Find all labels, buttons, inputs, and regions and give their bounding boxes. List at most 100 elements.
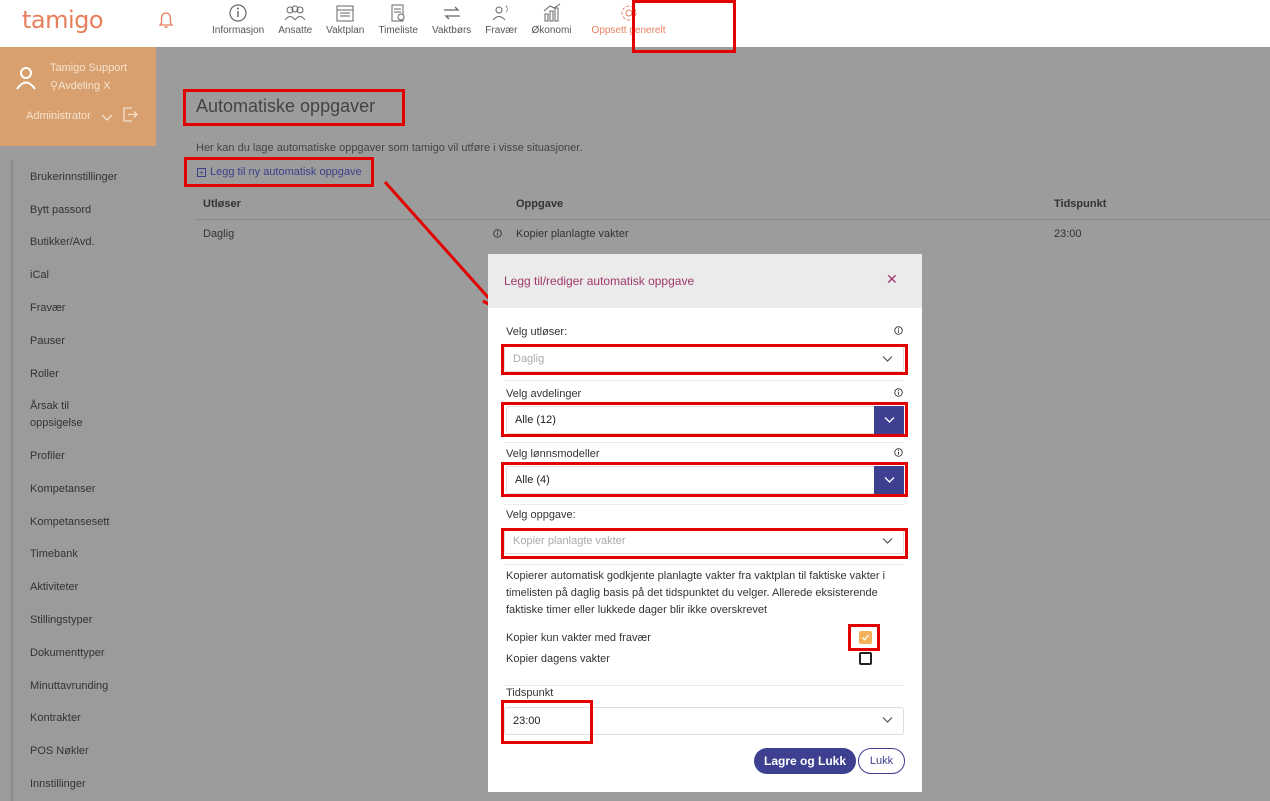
divider [504,685,904,686]
chevron-down-icon [884,477,894,483]
chevron-down-icon [884,417,894,423]
trigger-select-value: Daglig [513,353,545,365]
check-today-label: Kopier dagens vakter [506,653,610,665]
sidebar-item-profiler[interactable]: Profiler [30,448,65,465]
page-description: Her kan du lage automatiske oppgaver som… [196,142,583,154]
page-title: Automatiske oppgaver [196,96,376,116]
chevron-down-icon[interactable] [101,112,113,122]
gear-icon [621,5,636,21]
tamigo-logo[interactable]: tamigo [22,6,104,34]
logout-icon[interactable] [123,107,138,122]
check-absence-label: Kopier kun vakter med fravær [506,632,651,644]
sidebar-item-aktiviteter[interactable]: Aktiviteter [30,579,78,596]
plus-icon: + [197,167,206,177]
timesheet-icon [391,4,405,22]
row-time[interactable]: 23:00 [1054,228,1082,240]
payroll-select-value: Alle (4) [515,474,550,486]
col-header-trigger[interactable]: Utløser [203,198,241,210]
departments-select-value: Alle (12) [515,414,556,426]
sidebar-item-bytt-passord[interactable]: Bytt passord [30,202,91,219]
absence-icon [493,5,509,21]
nav-label: Vaktbørs [432,25,472,36]
nav-vaktbors[interactable]: Vaktbørs [425,0,478,47]
col-header-task[interactable]: Oppgave [516,198,563,210]
sidebar-divider [11,160,13,801]
divider [504,504,904,505]
add-link-label: Legg til ny automatisk oppgave [210,166,362,178]
nav-oppsett-generelt[interactable]: Oppsett generelt [585,0,673,47]
sidebar-item-butikker[interactable]: Butikker/Avd. [30,234,95,251]
close-icon[interactable]: ✕ [886,271,898,288]
trigger-select[interactable]: Daglig [504,346,904,372]
info-icon[interactable] [493,229,502,238]
info-icon[interactable] [894,448,903,457]
nav-label: Timeliste [378,25,418,36]
col-header-time[interactable]: Tidspunkt [1054,198,1106,210]
trigger-label: Velg utløser: [506,326,568,338]
departments-label: Velg avdelinger [506,388,582,400]
nav-label: Økonomi [531,25,572,36]
payroll-dropdown-button[interactable] [874,466,904,494]
checkmark-icon [862,634,870,641]
swap-icon [443,6,460,20]
dialog-title: Legg til/rediger automatisk oppgave [504,274,695,288]
profile-role[interactable]: Administrator [26,110,91,122]
nav-fravaer[interactable]: Fravær [478,0,524,47]
sidebar-item-roller[interactable]: Roller [30,366,59,383]
bell-icon[interactable] [158,11,174,29]
sidebar-item-minuttavrunding[interactable]: Minuttavrunding [30,678,108,695]
nav-label: Oppsett generelt [591,25,666,36]
nav-informasjon[interactable]: Informasjon [205,0,271,47]
task-label: Velg oppgave: [506,509,576,521]
sidebar-item-kompetansesett[interactable]: Kompetansesett [30,514,110,531]
table-header-divider [196,219,1270,220]
info-icon[interactable] [894,326,903,335]
task-select-value: Kopier planlagte vakter [513,535,626,547]
profile-name: Tamigo Support [50,62,128,74]
time-label: Tidspunkt [506,687,554,699]
sidebar-item-fravaer[interactable]: Fravær [30,300,65,317]
chevron-down-icon [882,538,893,544]
profile-department: ⚲Avdeling X [50,80,111,92]
nav-label: Informasjon [212,25,265,36]
payroll-label: Velg lønnsmodeller [506,448,600,460]
divider [504,564,904,565]
check-absence-checkbox[interactable] [859,631,872,644]
info-icon[interactable] [894,388,903,397]
users-icon [284,5,306,21]
sidebar-item-kontrakter[interactable]: Kontrakter [30,710,81,727]
row-task[interactable]: Kopier planlagte vakter [516,228,629,240]
sidebar-item-kompetanser[interactable]: Kompetanser [30,481,95,498]
nav-ansatte[interactable]: Ansatte [271,0,319,47]
dialog-header: Legg til/rediger automatisk oppgave ✕ [488,254,922,308]
sidebar-item-pos-nokler[interactable]: POS Nøkler [30,743,89,760]
check-today-checkbox[interactable] [859,652,872,665]
nav-label: Ansatte [278,25,313,36]
sidebar-item-innstillinger[interactable]: Innstillinger [30,776,86,793]
nav-timeliste[interactable]: Timeliste [371,0,425,47]
departments-select[interactable]: Alle (12) [506,406,904,434]
sidebar-item-arsak-til-oppsigelse[interactable]: Årsak til oppsigelse [30,398,100,432]
economy-icon [543,3,560,22]
sidebar-item-pauser[interactable]: Pauser [30,333,65,350]
row-trigger[interactable]: Daglig [203,228,234,240]
departments-dropdown-button[interactable] [874,406,904,434]
task-select[interactable]: Kopier planlagte vakter [504,528,904,554]
divider [504,442,904,443]
nav-okonomi[interactable]: Økonomi [525,0,579,47]
edit-automatic-task-dialog: Legg til/rediger automatisk oppgave ✕ Ve… [488,254,922,792]
sidebar-item-stillingstyper[interactable]: Stillingstyper [30,612,92,629]
info-icon [229,4,247,22]
profile-department-label: Avdeling X [58,80,111,92]
payroll-select[interactable]: Alle (4) [506,466,904,494]
divider [504,380,904,381]
time-select[interactable]: 23:00 [504,707,904,735]
sidebar-item-dokumenttyper[interactable]: Dokumenttyper [30,645,105,662]
save-and-close-button[interactable]: Lagre og Lukk [754,748,856,774]
close-button[interactable]: Lukk [858,748,905,774]
sidebar-item-timebank[interactable]: Timebank [30,546,78,563]
add-automatic-task-link[interactable]: + Legg til ny automatisk oppgave [197,166,362,178]
sidebar-item-brukerinnstillinger[interactable]: Brukerinnstillinger [30,169,117,186]
sidebar-item-ical[interactable]: iCal [30,267,49,284]
nav-vaktplan[interactable]: Vaktplan [319,0,371,47]
